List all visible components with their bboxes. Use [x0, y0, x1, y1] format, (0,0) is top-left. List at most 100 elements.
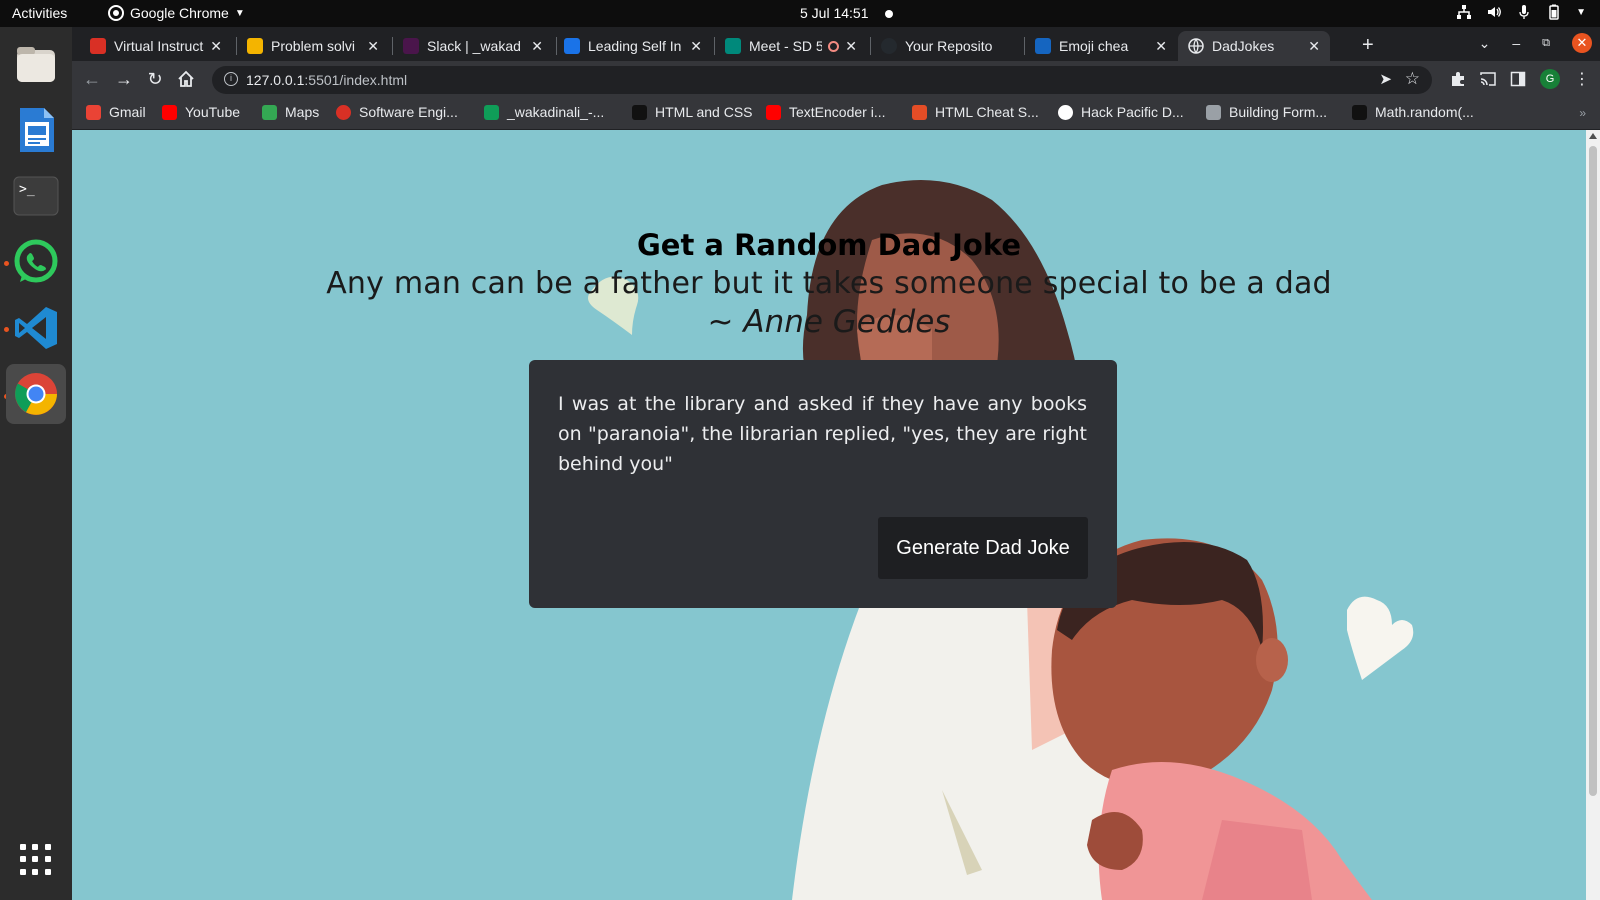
page-title: Get a Random Dad Joke	[636, 228, 1022, 262]
sheets-icon	[484, 104, 499, 120]
clock[interactable]: 5 Jul 14:51	[800, 5, 869, 21]
tab-favicon	[564, 38, 580, 54]
bookmark-favicon	[1352, 104, 1367, 120]
tab-dadjokes[interactable]: DadJokes ✕	[1178, 31, 1330, 61]
address-bar[interactable]: i 127.0.0.1:5501/index.html ➤ ☆	[212, 66, 1432, 94]
dock-terminal[interactable]: >_	[6, 166, 66, 226]
tab-problem-solving[interactable]: Problem solvi ✕	[237, 31, 389, 61]
dock-whatsapp[interactable]	[6, 232, 66, 292]
files-icon	[17, 47, 55, 82]
send-icon[interactable]: ➤	[1379, 70, 1392, 88]
maps-icon	[262, 104, 277, 120]
close-icon[interactable]: ✕	[1155, 38, 1167, 55]
tab-title: DadJokes	[1212, 38, 1275, 54]
gmail-icon	[86, 104, 101, 120]
bookmark-star-icon[interactable]: ☆	[1405, 69, 1420, 89]
reload-button[interactable]: ↻	[145, 69, 165, 89]
chrome-icon	[108, 5, 124, 21]
tab-slack[interactable]: Slack | _wakad ✕	[393, 31, 553, 61]
tab-virtual-instructor[interactable]: Virtual Instruct ✕	[80, 31, 232, 61]
battery-icon	[1549, 4, 1559, 20]
document-icon	[20, 108, 54, 152]
chrome-icon	[15, 373, 57, 415]
close-window-button[interactable]: ✕	[1572, 33, 1592, 53]
site-info-icon[interactable]: i	[224, 72, 238, 86]
dock: >_	[0, 27, 72, 900]
url-text[interactable]: 127.0.0.1:5501/index.html	[246, 72, 407, 88]
cast-icon[interactable]	[1480, 71, 1496, 87]
tab-leading-self[interactable]: Leading Self In ✕	[554, 31, 712, 61]
whatsapp-icon	[14, 239, 58, 283]
dock-vscode[interactable]	[6, 298, 66, 358]
close-icon[interactable]: ✕	[367, 38, 379, 55]
close-icon[interactable]: ✕	[845, 38, 857, 55]
bookmark-favicon	[632, 104, 647, 120]
globe-icon	[1188, 38, 1204, 54]
side-panel-icon[interactable]	[1510, 71, 1526, 87]
bookmark-wakadinali[interactable]: _wakadinali_-...	[484, 104, 604, 120]
system-tray[interactable]: ▼	[1456, 4, 1586, 20]
close-icon[interactable]: ✕	[210, 38, 222, 55]
bookmark-hack-pacific[interactable]: Hack Pacific D...	[1058, 104, 1184, 120]
dock-libreoffice-writer[interactable]	[6, 100, 66, 160]
network-icon	[1457, 5, 1472, 19]
tab-search-icon[interactable]: ⌄	[1479, 35, 1491, 52]
profile-avatar[interactable]: G	[1540, 69, 1560, 89]
tab-meet[interactable]: Meet - SD 5 ✕	[715, 31, 867, 61]
bookmark-gmail[interactable]: Gmail	[86, 104, 146, 120]
youtube-icon	[766, 104, 781, 120]
forward-button[interactable]: →	[114, 69, 134, 89]
minimize-button[interactable]: –	[1512, 35, 1520, 51]
vertical-scrollbar[interactable]	[1586, 130, 1600, 900]
chevron-down-icon: ▼	[1576, 6, 1586, 18]
back-button[interactable]: ←	[82, 69, 102, 89]
globe-icon	[1058, 104, 1073, 120]
html5-icon	[912, 104, 927, 120]
tab-strip: Virtual Instruct ✕ Problem solvi ✕ Slack…	[72, 27, 1600, 61]
tab-title: Emoji chea	[1059, 38, 1129, 54]
recording-icon	[828, 40, 840, 52]
tab-your-repositories[interactable]: Your Reposito	[871, 31, 1021, 61]
home-button[interactable]	[176, 69, 196, 89]
github-icon	[881, 38, 897, 54]
new-tab-button[interactable]: +	[1362, 34, 1374, 57]
bookmark-textencoder[interactable]: TextEncoder i...	[766, 104, 886, 120]
close-icon[interactable]: ✕	[531, 38, 543, 55]
close-icon[interactable]: ✕	[690, 38, 702, 55]
more-bookmarks-icon[interactable]: »	[1579, 106, 1586, 120]
tab-title: Leading Self In	[588, 38, 682, 54]
vscode-icon	[15, 307, 57, 349]
tab-title: Problem solvi	[271, 38, 356, 54]
show-applications-button[interactable]	[20, 844, 52, 876]
generate-dad-joke-button[interactable]: Generate Dad Joke	[878, 517, 1088, 579]
extensions-icon[interactable]	[1450, 71, 1466, 87]
chevron-down-icon: ▼	[234, 7, 245, 19]
terminal-icon: >_	[13, 176, 59, 216]
app-menu[interactable]: Google Chrome ▼	[108, 5, 245, 21]
bookmark-software-engineering[interactable]: Software Engi...	[336, 104, 458, 120]
dock-google-chrome[interactable]	[6, 364, 66, 424]
bookmark-building-forms[interactable]: Building Form...	[1206, 104, 1327, 120]
bookmark-html-and-css[interactable]: HTML and CSS	[632, 104, 753, 120]
dock-files[interactable]	[6, 34, 66, 94]
joke-text: I was at the library and asked if they h…	[558, 393, 1087, 475]
system-top-bar: Activities Google Chrome ▼ 5 Jul 14:51 ▼	[0, 0, 1600, 27]
tab-title: Your Reposito	[905, 38, 993, 54]
bookmark-maps[interactable]: Maps	[262, 104, 319, 120]
activities-button[interactable]: Activities	[12, 5, 67, 21]
bookmark-youtube[interactable]: YouTube	[162, 104, 240, 120]
scroll-up-arrow-icon[interactable]	[1589, 133, 1597, 139]
page-viewport: Get a Random Dad Joke Any man can be a f…	[72, 130, 1586, 900]
code-icon	[1206, 104, 1221, 120]
bookmark-math-random[interactable]: Math.random(...	[1352, 104, 1474, 120]
bookmark-html-cheat-sheet[interactable]: HTML Cheat S...	[912, 104, 1039, 120]
browser-toolbar: ← → ↻ i 127.0.0.1:5501/index.html ➤ ☆ G …	[72, 61, 1600, 98]
svg-text:>_: >_	[19, 182, 35, 197]
close-icon[interactable]: ✕	[1308, 38, 1320, 55]
restore-button[interactable]: ⧉	[1542, 37, 1550, 50]
more-menu-icon[interactable]: ⋮	[1574, 69, 1590, 89]
volume-icon	[1488, 7, 1501, 17]
tab-emoji-cheatsheet[interactable]: Emoji chea ✕	[1025, 31, 1177, 61]
app-menu-label: Google Chrome	[130, 5, 229, 21]
scrollbar-thumb[interactable]	[1589, 146, 1597, 796]
